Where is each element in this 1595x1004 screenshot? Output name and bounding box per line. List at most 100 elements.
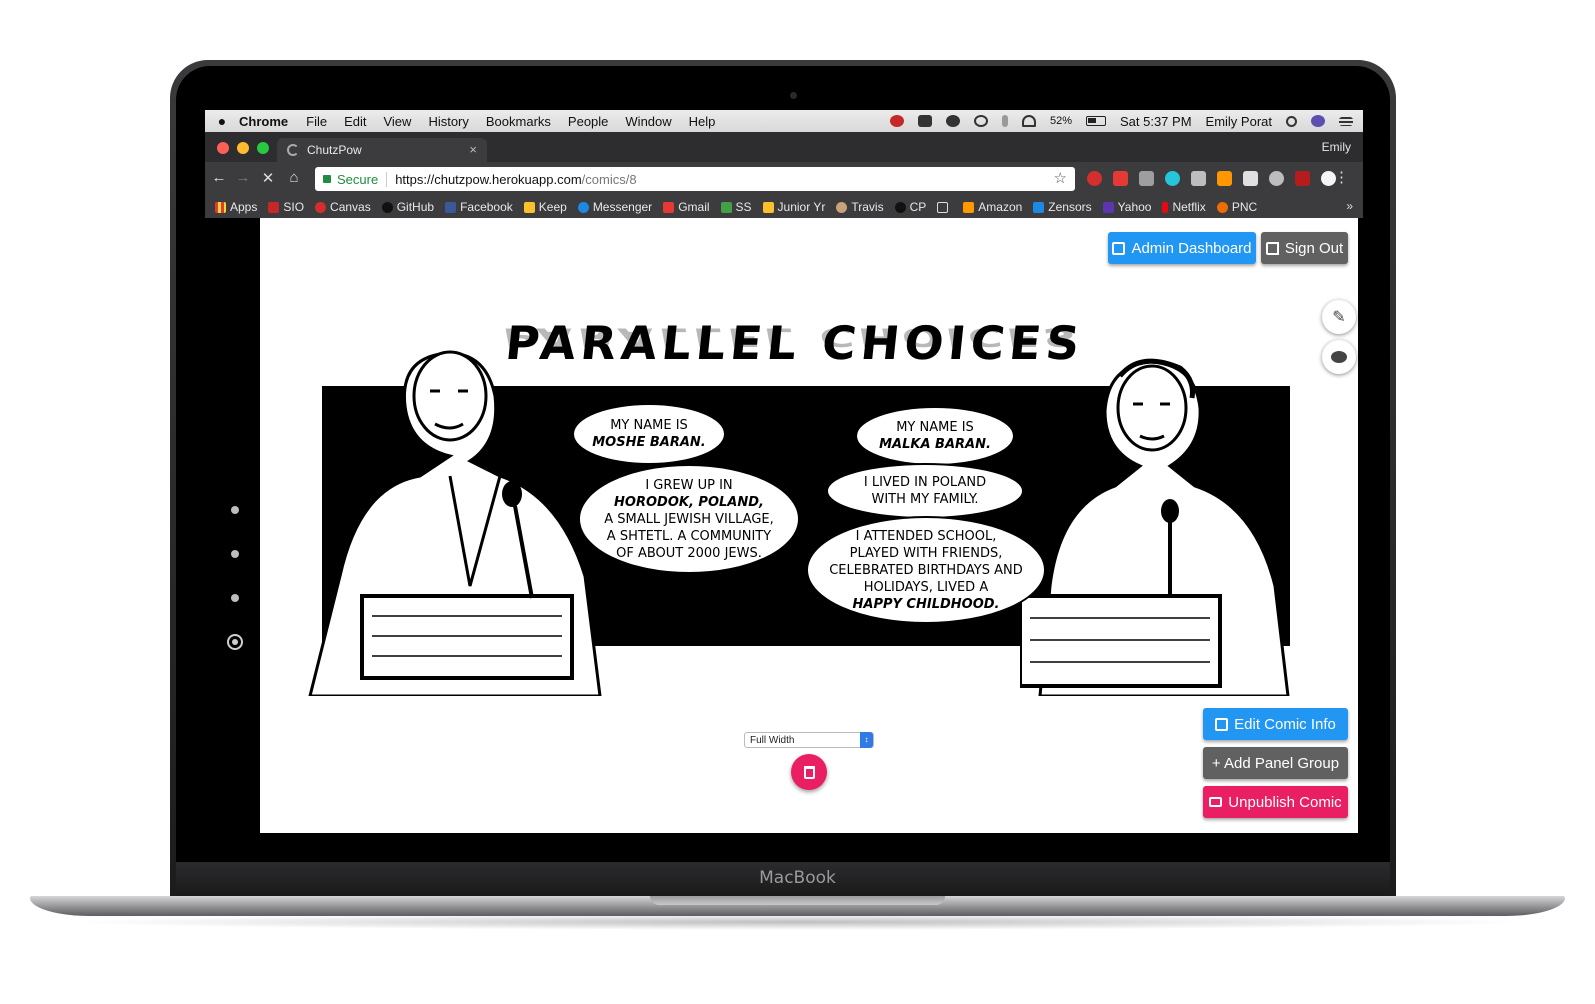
delete-panel-button[interactable] — [791, 754, 827, 790]
bookmark-messenger[interactable]: Messenger — [577, 200, 652, 214]
tab-strip: ChutzPow × Emily — [205, 132, 1363, 162]
panel-width-select[interactable]: Full Width ↕ — [744, 732, 874, 748]
tab-chutzpow[interactable]: ChutzPow × — [277, 138, 487, 162]
bookmark-github[interactable]: GitHub — [381, 200, 434, 214]
bluetooth-icon[interactable] — [1001, 115, 1008, 127]
panel-nav-dot[interactable] — [231, 550, 239, 558]
sync-icon[interactable] — [973, 115, 988, 127]
profile-name[interactable]: Emily — [1322, 140, 1351, 154]
chrome-menu-icon[interactable]: ⋮ — [1334, 168, 1349, 186]
forward-arrow-icon[interactable]: → — [233, 169, 253, 186]
bookmark-netflix[interactable]: Netflix — [1162, 200, 1206, 214]
bubble-text: MOSHE BARAN. — [592, 435, 706, 450]
canvas-icon — [315, 201, 327, 213]
wifi-icon[interactable] — [1021, 115, 1036, 127]
panel-nav-dot[interactable] — [231, 506, 239, 514]
pnc-icon — [1216, 201, 1228, 213]
rss-icon[interactable] — [1217, 171, 1232, 186]
menu-help[interactable]: Help — [689, 114, 716, 129]
bookmark-zensors[interactable]: Zensors — [1033, 200, 1092, 214]
back-arrow-icon[interactable]: ← — [209, 169, 229, 186]
notification-center-icon[interactable] — [1339, 116, 1353, 126]
menu-bookmarks[interactable]: Bookmarks — [486, 114, 551, 129]
bookmark-label: Zensors — [1048, 200, 1092, 214]
mercury-icon[interactable] — [1165, 171, 1180, 186]
window-controls — [217, 142, 269, 154]
menu-window[interactable]: Window — [625, 114, 671, 129]
tab-close-icon[interactable]: × — [469, 142, 477, 157]
stop-loading-icon[interactable]: ✕ — [258, 169, 278, 187]
menubar-user[interactable]: Emily Porat — [1206, 114, 1272, 129]
panel-nav-dot-active[interactable] — [227, 634, 243, 650]
drive-icon — [720, 201, 732, 213]
comic-panel[interactable]: PARALLEL CHOICES PARALLEL CHOICES MY NAM… — [300, 316, 1290, 706]
bookmark-cp[interactable]: CP — [894, 200, 926, 214]
battery-icon[interactable] — [1085, 116, 1106, 126]
netflix-icon — [1162, 201, 1169, 213]
sio-ext-icon[interactable] — [1295, 171, 1310, 186]
spotlight-search-icon[interactable] — [1286, 115, 1297, 127]
add-panel-group-button[interactable]: + Add Panel Group — [1203, 747, 1348, 779]
admin-dashboard-button[interactable]: Admin Dashboard — [1108, 232, 1256, 264]
travis-icon — [836, 201, 848, 213]
creative-cloud-icon[interactable] — [889, 115, 904, 127]
bookmark-facebook[interactable]: Facebook — [445, 200, 513, 214]
menu-people[interactable]: People — [568, 114, 608, 129]
comment-fab[interactable] — [1322, 340, 1356, 374]
speech-bubble-malka-name: MY NAME IS MALKA BARAN. — [855, 406, 1015, 466]
edit-comic-info-button[interactable]: Edit Comic Info — [1203, 708, 1348, 740]
ext-circle-icon[interactable] — [1269, 171, 1284, 186]
newspaper-icon — [1209, 797, 1223, 807]
home-icon[interactable]: ⌂ — [284, 169, 304, 186]
keep-icon — [523, 201, 535, 213]
device-brand: MacBook — [759, 868, 836, 888]
menu-app-name[interactable]: Chrome — [239, 114, 288, 129]
bookmark-pnc[interactable]: PNC — [1216, 200, 1257, 214]
bookmark-junior-yr[interactable]: Junior Yr — [762, 200, 826, 214]
bookmark-keep[interactable]: Keep — [523, 200, 567, 214]
apple-menu-icon[interactable]: ● — [205, 113, 239, 129]
bookmark-yahoo[interactable]: Yahoo — [1102, 200, 1151, 214]
bookmarks-overflow-icon[interactable]: » — [1346, 199, 1353, 213]
zoom-window-button[interactable] — [257, 142, 269, 154]
menu-file[interactable]: File — [306, 114, 327, 129]
menu-history[interactable]: History — [428, 114, 468, 129]
ublock-icon[interactable] — [1087, 171, 1102, 186]
bookmark-ext-icon[interactable] — [1113, 171, 1128, 186]
speech-bubble-malka-poland: I LIVED IN POLAND WITH MY FAMILY. — [826, 463, 1024, 519]
bookmark-travis[interactable]: Travis — [836, 200, 884, 214]
coffee-cup-icon[interactable] — [917, 115, 932, 127]
menubar-clock[interactable]: Sat 5:37 PM — [1120, 114, 1192, 129]
siri-icon[interactable] — [1311, 115, 1325, 127]
messenger-icon — [577, 201, 589, 213]
cloud-upload-icon[interactable] — [945, 115, 960, 127]
bookmark-sio[interactable]: SIO — [268, 200, 304, 214]
admin-dashboard-label: Admin Dashboard — [1131, 239, 1252, 257]
bookmark-label: Junior Yr — [777, 200, 826, 214]
facebook-icon — [445, 201, 457, 213]
bookmark-blank[interactable] — [937, 201, 952, 213]
address-bar[interactable]: Secure https://chutzpow.herokuapp.com /c… — [315, 167, 1075, 191]
bookmark-label: Keep — [538, 200, 567, 214]
github-icon — [381, 201, 393, 213]
menu-edit[interactable]: Edit — [344, 114, 366, 129]
base-shadow — [60, 914, 1535, 930]
ext-grey-icon[interactable] — [1139, 171, 1154, 186]
panel-nav-dot[interactable] — [231, 594, 239, 602]
bookmark-star-icon[interactable]: ☆ — [1054, 169, 1067, 187]
close-window-button[interactable] — [217, 142, 229, 154]
ext-page-icon[interactable] — [1243, 171, 1258, 186]
bookmark-amazon[interactable]: Amazon — [963, 200, 1022, 214]
amazon-icon — [963, 201, 975, 213]
bookmark-canvas[interactable]: Canvas — [315, 200, 371, 214]
bookmark-apps[interactable]: Apps — [215, 200, 257, 214]
minimize-window-button[interactable] — [237, 142, 249, 154]
drive-icon[interactable] — [1191, 171, 1206, 186]
bubble-text: MALKA BARAN. — [879, 437, 991, 452]
bookmark-gmail[interactable]: Gmail — [663, 200, 710, 214]
edit-pencil-fab[interactable]: ✎ — [1322, 300, 1356, 334]
sign-out-button[interactable]: Sign Out — [1261, 232, 1348, 264]
bookmark-ss[interactable]: SS — [720, 200, 752, 214]
menu-view[interactable]: View — [383, 114, 411, 129]
unpublish-comic-button[interactable]: Unpublish Comic — [1203, 786, 1348, 818]
